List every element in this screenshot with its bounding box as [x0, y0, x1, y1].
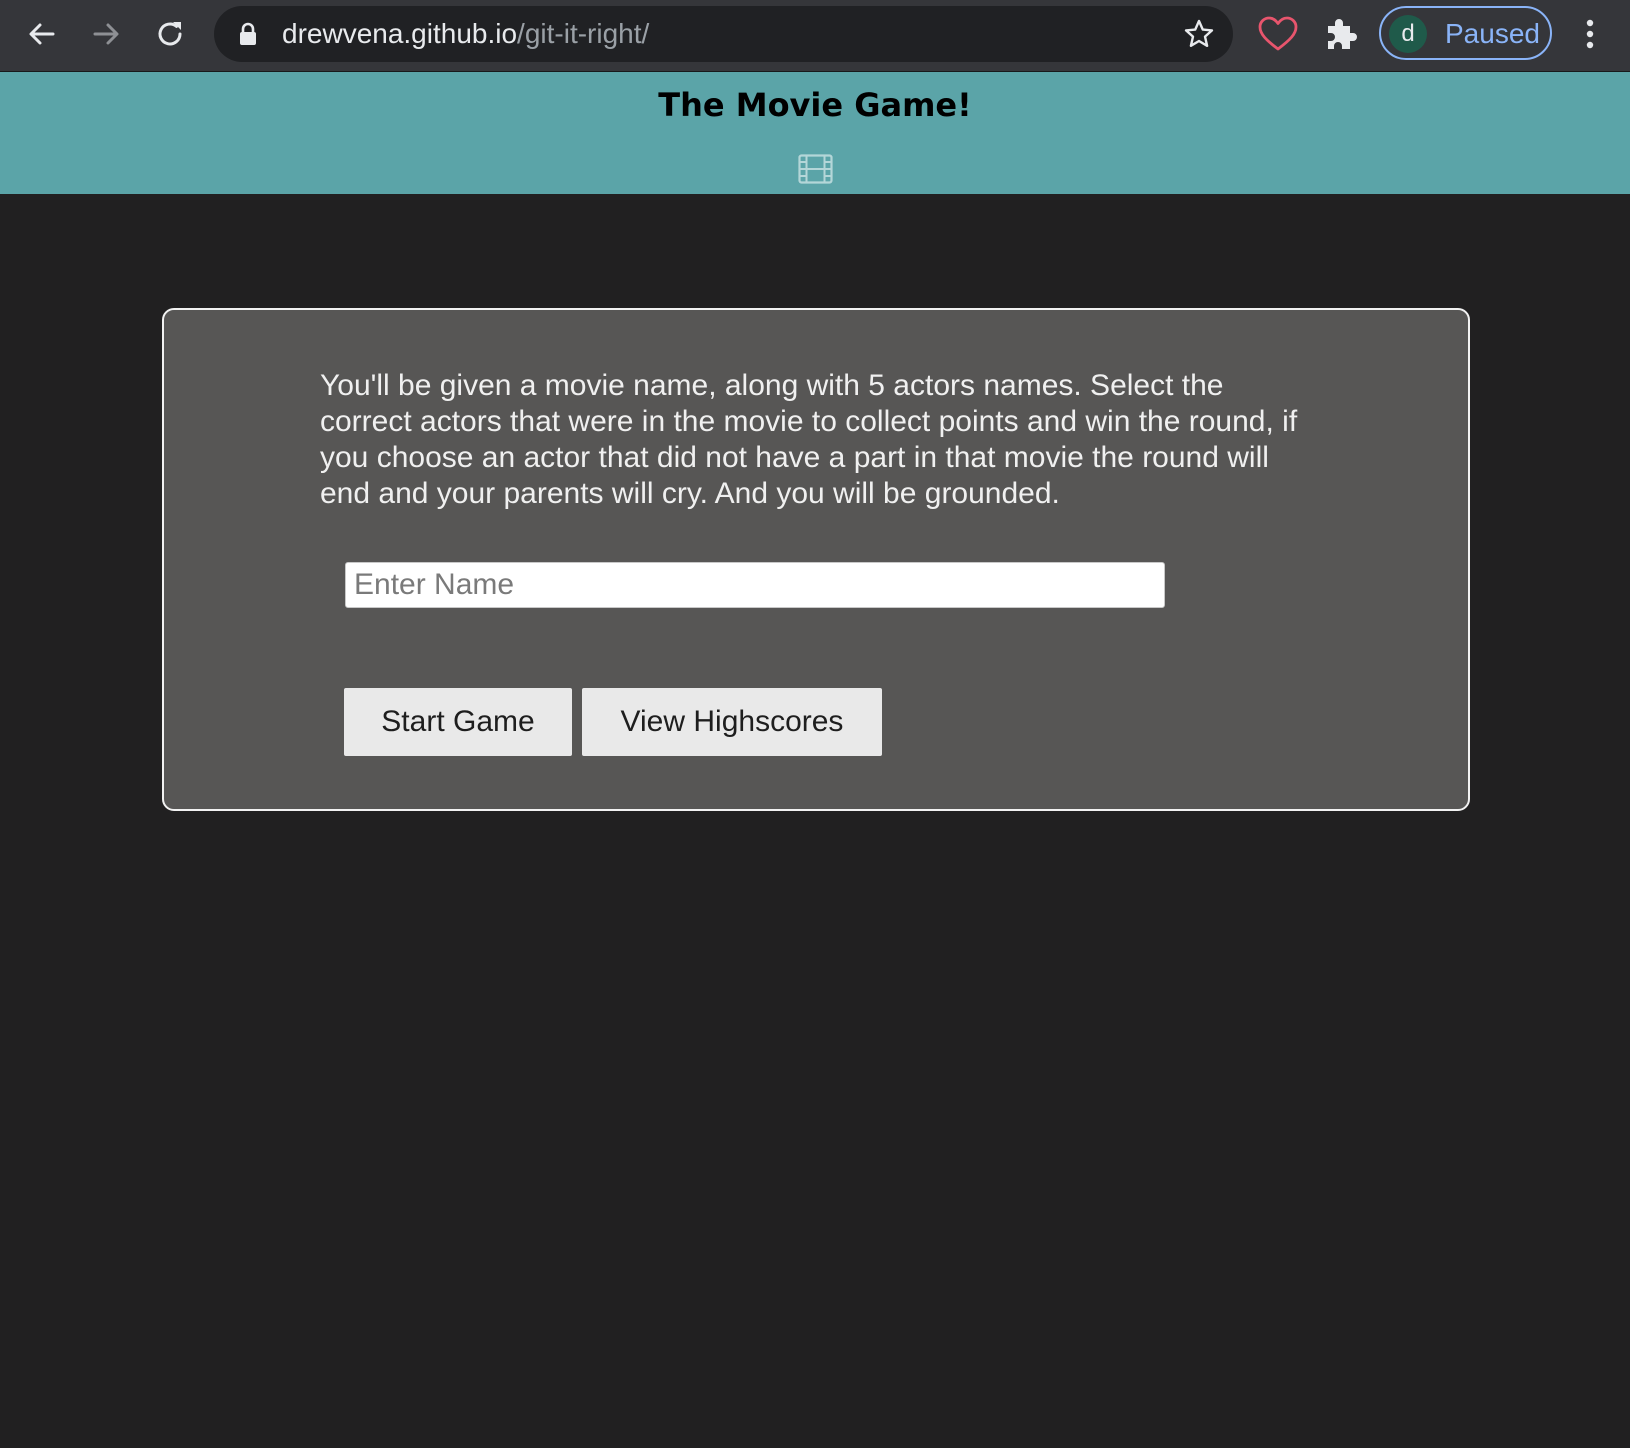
start-game-button[interactable]: Start Game: [344, 688, 572, 756]
kebab-menu-icon[interactable]: [1574, 14, 1606, 54]
start-card: You'll be given a movie name, along with…: [162, 308, 1470, 811]
forward-arrow-icon[interactable]: [82, 10, 130, 58]
name-input[interactable]: [345, 562, 1165, 608]
browser-toolbar: drewvena.github.io/git-it-right/ d Pause…: [0, 0, 1630, 72]
url-host: drewvena.github.io: [282, 18, 518, 49]
avatar: d: [1389, 15, 1427, 53]
instructions-text: You'll be given a movie name, along with…: [320, 369, 1298, 510]
url-path: /git-it-right/: [517, 18, 650, 49]
page-title: The Movie Game!: [658, 86, 972, 124]
film-icon: [798, 154, 833, 184]
address-bar[interactable]: drewvena.github.io/git-it-right/: [214, 6, 1233, 62]
view-highscores-button[interactable]: View Highscores: [582, 688, 882, 756]
puzzle-icon[interactable]: [1322, 14, 1362, 54]
reload-icon[interactable]: [146, 10, 194, 58]
profile-button[interactable]: d Paused: [1379, 6, 1552, 60]
back-arrow-icon[interactable]: [18, 10, 66, 58]
heart-icon[interactable]: [1256, 14, 1300, 54]
lock-icon[interactable]: [238, 22, 258, 46]
url-text[interactable]: drewvena.github.io/git-it-right/: [282, 6, 649, 62]
profile-status: Paused: [1445, 18, 1540, 49]
page-header: The Movie Game!: [0, 72, 1630, 194]
star-icon[interactable]: [1183, 18, 1215, 50]
